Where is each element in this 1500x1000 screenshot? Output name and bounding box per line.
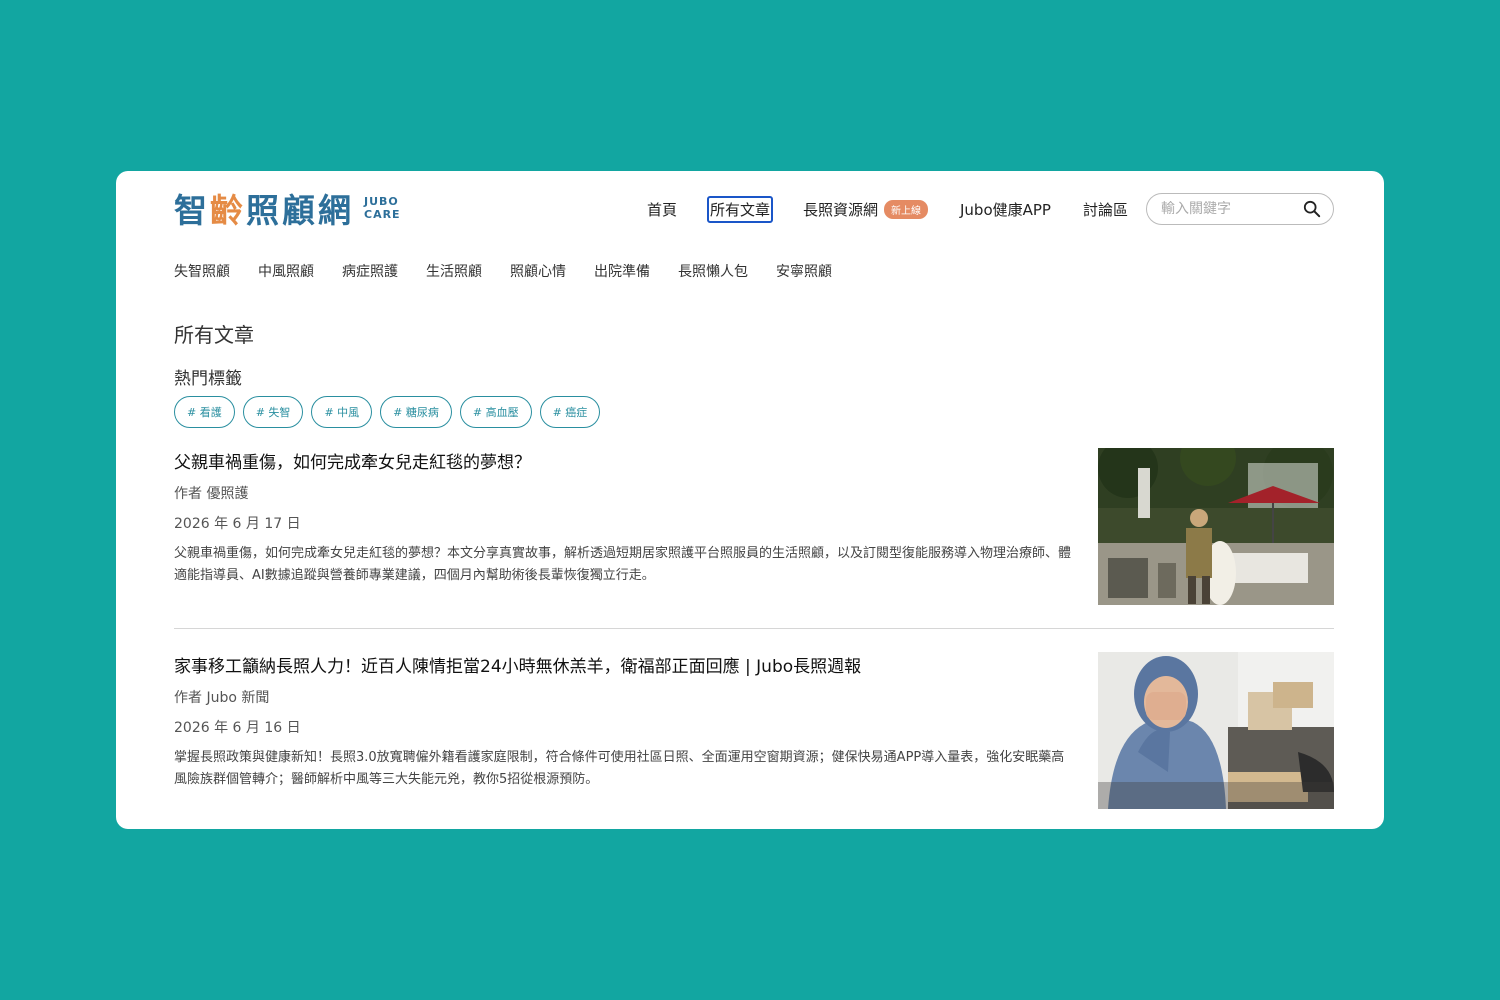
logo-english: JUBO CARE [364,195,401,221]
logo-chinese: 智 齡 照 顧 網 [174,184,354,232]
popular-tags-title: 熱門標籤 [174,369,242,389]
logo-char: 智 [174,191,210,230]
tag-nursing[interactable]: # 看護 [174,396,235,428]
category-stroke[interactable]: 中風照顧 [258,261,314,281]
category-bar: 失智照顧 中風照顧 病症照護 生活照顧 照顧心情 出院準備 長照懶人包 安寧照顧 [174,261,860,281]
search-box [1146,193,1334,225]
new-badge: 新上線 [884,199,928,219]
tag-diabetes[interactable]: # 糖尿病 [380,396,452,428]
page-title: 所有文章 [174,323,254,347]
category-caregiver-mood[interactable]: 照顧心情 [510,261,566,281]
main-nav: 首頁 所有文章 長照資源網 新上線 Jubo健康APP 討論區 [645,193,1334,225]
nav-home-label: 首頁 [646,200,677,219]
article-excerpt: 掌握長照政策與健康新知！長照3.0放寬聘僱外籍看護家庭限制，符合條件可使用社區日… [174,750,1065,787]
category-disease[interactable]: 病症照護 [342,261,398,281]
nav-ltc-resources[interactable]: 長照資源網 新上線 [801,197,930,222]
wedding-photo-image [1098,448,1334,605]
category-daily-care[interactable]: 生活照顧 [426,261,482,281]
article-thumbnail-wedding[interactable] [1098,448,1334,605]
category-hospice[interactable]: 安寧照顧 [776,261,832,281]
tag-cancer[interactable]: # 癌症 [539,396,601,428]
nav-jubo-app-label: Jubo健康APP [960,200,1051,219]
nav-forum[interactable]: 討論區 [1081,197,1130,222]
nav-home[interactable]: 首頁 [645,197,679,222]
category-discharge[interactable]: 出院準備 [594,261,650,281]
category-dementia[interactable]: 失智照顧 [174,261,230,281]
logo-char: 照 [246,191,282,230]
nav-ltc-resources-label: 長照資源網 [802,200,878,219]
tag-hypertension[interactable]: # 高血壓 [459,396,532,428]
logo-char: 顧 [282,191,318,230]
logo-en-line1: JUBO [364,195,399,208]
logo-en-line2: CARE [364,208,401,221]
article-card: 家事移工籲納長照人力！近百人陳情拒當24小時無休羔羊，衛福部正面回應 | Jub… [174,652,1334,812]
nav-all-articles-label: 所有文章 [709,200,770,219]
nav-jubo-app[interactable]: Jubo健康APP [958,197,1053,222]
tag-stroke[interactable]: # 中風 [311,396,373,428]
article-card: 父親車禍重傷，如何完成牽女兒走紅毯的夢想？ 作者 優照護 2026 年 6 月 … [174,448,1334,608]
category-ltc-guide[interactable]: 長照懶人包 [678,261,748,281]
logo-char: 齡 [210,191,246,230]
search-input[interactable] [1161,201,1303,217]
tag-dementia[interactable]: # 失智 [242,396,304,428]
nav-all-articles[interactable]: 所有文章 [706,195,773,223]
article-thumbnail-stressed-man[interactable] [1098,652,1334,809]
site-logo[interactable]: 智 齡 照 顧 網 JUBO CARE [174,184,401,232]
popular-tags: # 看護 # 失智 # 中風 # 糖尿病 # 高血壓 # 癌症 [174,396,608,428]
stressed-man-photo-image [1098,652,1334,809]
article-divider [174,628,1334,629]
nav-forum-label: 討論區 [1082,200,1128,219]
page-card: 智 齡 照 顧 網 JUBO CARE 首頁 所有文章 長照資源網 新上線 Jub… [116,171,1384,829]
logo-char: 網 [318,191,354,230]
search-icon[interactable] [1303,200,1321,218]
article-excerpt: 父親車禍重傷，如何完成牽女兒走紅毯的夢想？本文分享真實故事，解析透過短期居家照護… [174,546,1072,583]
